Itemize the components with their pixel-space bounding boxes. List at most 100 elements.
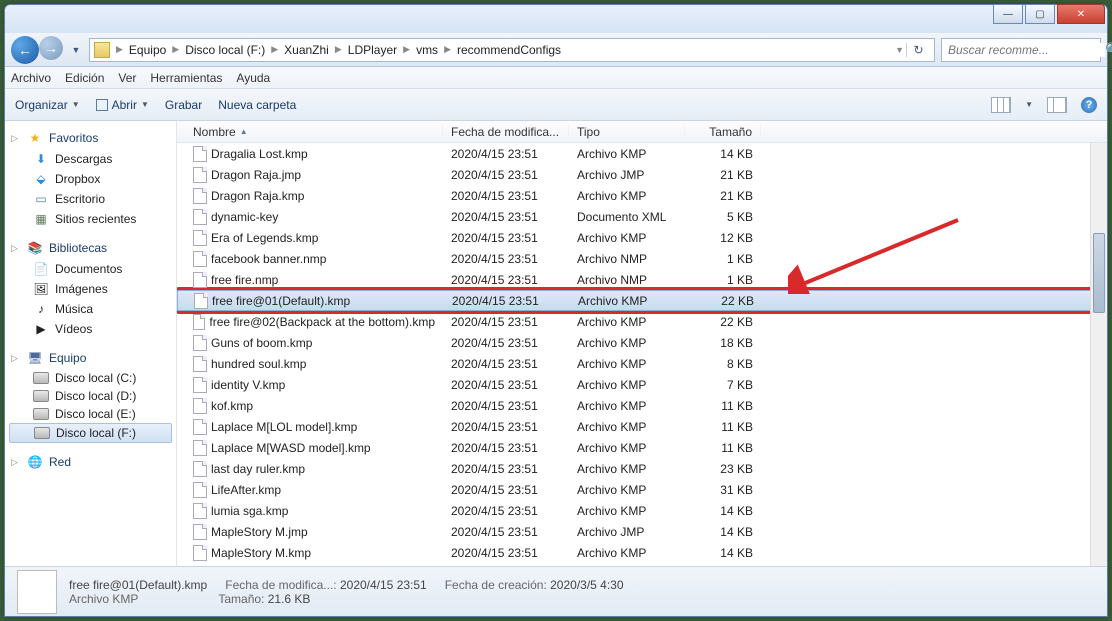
search-icon: 🔍 (1105, 42, 1112, 58)
search-box[interactable]: 🔍 (941, 38, 1101, 62)
forward-button[interactable]: → (39, 36, 63, 60)
view-mode-button[interactable] (991, 97, 1011, 113)
breadcrumb-dropdown[interactable]: ▼ (893, 45, 906, 55)
file-icon (193, 545, 207, 561)
file-row[interactable]: facebook banner.nmp2020/4/15 23:51Archiv… (177, 248, 1107, 269)
scrollbar-thumb[interactable] (1093, 233, 1105, 313)
file-row[interactable]: free fire@01(Default).kmp2020/4/15 23:51… (177, 290, 1107, 311)
minimize-button[interactable]: — (993, 4, 1023, 24)
sidebar-item-drive-f[interactable]: Disco local (F:) (9, 423, 172, 443)
breadcrumb[interactable]: ▶ Equipo▶ Disco local (F:)▶ XuanZhi▶ LDP… (89, 38, 935, 62)
menubar: Archivo Edición Ver Herramientas Ayuda (5, 67, 1107, 89)
col-tipo[interactable]: Tipo (569, 125, 685, 139)
file-row[interactable]: identity V.kmp2020/4/15 23:51Archivo KMP… (177, 374, 1107, 395)
history-dropdown[interactable]: ▼ (69, 45, 83, 55)
file-row[interactable]: free fire.nmp2020/4/15 23:51Archivo NMP1… (177, 269, 1107, 290)
titlebar[interactable]: — ▢ ✕ (5, 5, 1107, 33)
navbar: ← → ▼ ▶ Equipo▶ Disco local (F:)▶ XuanZh… (5, 33, 1107, 67)
maximize-button[interactable]: ▢ (1025, 4, 1055, 24)
status-filename: free fire@01(Default).kmp (69, 578, 207, 592)
menu-archivo[interactable]: Archivo (11, 71, 51, 85)
sidebar-item-dropbox[interactable]: ⬙Dropbox (5, 169, 176, 189)
sidebar-item-drive-d[interactable]: Disco local (D:) (5, 387, 176, 405)
file-row[interactable]: Dragalia Lost.kmp2020/4/15 23:51Archivo … (177, 143, 1107, 164)
preview-pane-button[interactable] (1047, 97, 1067, 113)
file-icon (193, 188, 207, 204)
help-button[interactable]: ? (1081, 97, 1097, 113)
organize-button[interactable]: Organizar▼ (15, 98, 80, 112)
file-row[interactable]: Laplace M[LOL model].kmp2020/4/15 23:51A… (177, 416, 1107, 437)
file-row[interactable]: MapleStory M.kmp2020/4/15 23:51Archivo K… (177, 542, 1107, 563)
view-dropdown[interactable]: ▼ (1025, 100, 1033, 109)
file-row[interactable]: Laplace M[WASD model].kmp2020/4/15 23:51… (177, 437, 1107, 458)
burn-button[interactable]: Grabar (165, 98, 202, 112)
file-icon (193, 440, 207, 456)
file-row[interactable]: lumia sga.kmp2020/4/15 23:51Archivo KMP1… (177, 500, 1107, 521)
file-icon (193, 209, 207, 225)
menu-ayuda[interactable]: Ayuda (236, 71, 270, 85)
sidebar-favorites[interactable]: ▷★Favoritos (5, 127, 176, 149)
file-icon (194, 293, 208, 309)
bc-item[interactable]: Equipo (125, 43, 170, 57)
sidebar-item-musica[interactable]: ♪Música (5, 299, 176, 319)
search-input[interactable] (948, 43, 1105, 57)
file-row[interactable]: dynamic-key2020/4/15 23:51Documento XML5… (177, 206, 1107, 227)
bc-item[interactable]: LDPlayer (344, 43, 401, 57)
col-nombre[interactable]: Nombre▲ (185, 125, 443, 139)
refresh-button[interactable]: ↻ (906, 43, 930, 57)
file-row[interactable]: Guns of boom.kmp2020/4/15 23:51Archivo K… (177, 332, 1107, 353)
newfolder-button[interactable]: Nueva carpeta (218, 98, 296, 112)
file-icon (193, 524, 207, 540)
column-headers: Nombre▲ Fecha de modifica... Tipo Tamaño (177, 121, 1107, 143)
sidebar-item-imagenes[interactable]: 🖼Imágenes (5, 279, 176, 299)
sidebar-bibliotecas[interactable]: ▷📚Bibliotecas (5, 237, 176, 259)
file-icon (193, 272, 207, 288)
file-icon (193, 461, 207, 477)
close-button[interactable]: ✕ (1057, 4, 1105, 24)
file-icon (193, 356, 207, 372)
sidebar-item-drive-c[interactable]: Disco local (C:) (5, 369, 176, 387)
menu-ver[interactable]: Ver (118, 71, 136, 85)
sidebar-item-documentos[interactable]: 📄Documentos (5, 259, 176, 279)
back-button[interactable]: ← (11, 36, 39, 64)
file-row[interactable]: last day ruler.kmp2020/4/15 23:51Archivo… (177, 458, 1107, 479)
sidebar-item-drive-e[interactable]: Disco local (E:) (5, 405, 176, 423)
open-button[interactable]: Abrir▼ (96, 98, 149, 112)
file-pane: Nombre▲ Fecha de modifica... Tipo Tamaño… (177, 121, 1107, 566)
file-icon (193, 482, 207, 498)
sidebar-equipo[interactable]: ▷🖥Equipo (5, 347, 176, 369)
file-icon (193, 314, 205, 330)
file-row[interactable]: free fire@02(Backpack at the bottom).kmp… (177, 311, 1107, 332)
statusbar: free fire@01(Default).kmp Fecha de modif… (5, 566, 1107, 616)
sidebar-item-videos[interactable]: ▶Vídeos (5, 319, 176, 339)
file-row[interactable]: MapleStory M.jmp2020/4/15 23:51Archivo J… (177, 521, 1107, 542)
file-icon (193, 251, 207, 267)
file-row[interactable]: kof.kmp2020/4/15 23:51Archivo KMP11 KB (177, 395, 1107, 416)
file-icon (193, 167, 207, 183)
sidebar: ▷★Favoritos ⬇Descargas ⬙Dropbox ▭Escrito… (5, 121, 177, 566)
scrollbar[interactable] (1090, 143, 1107, 566)
sidebar-item-descargas[interactable]: ⬇Descargas (5, 149, 176, 169)
sidebar-item-sitios[interactable]: ▦Sitios recientes (5, 209, 176, 229)
menu-edicion[interactable]: Edición (65, 71, 104, 85)
bc-item[interactable]: vms (412, 43, 442, 57)
file-row[interactable]: LifeAfter.kmp2020/4/15 23:51Archivo KMP3… (177, 479, 1107, 500)
menu-herramientas[interactable]: Herramientas (150, 71, 222, 85)
file-list[interactable]: Dragalia Lost.kmp2020/4/15 23:51Archivo … (177, 143, 1107, 566)
status-filetype: Archivo KMP (69, 592, 138, 606)
folder-icon (94, 42, 110, 58)
file-row[interactable]: Era of Legends.kmp2020/4/15 23:51Archivo… (177, 227, 1107, 248)
col-fecha[interactable]: Fecha de modifica... (443, 125, 569, 139)
file-row[interactable]: Dragon Raja.jmp2020/4/15 23:51Archivo JM… (177, 164, 1107, 185)
file-icon (193, 377, 207, 393)
sidebar-red[interactable]: ▷🌐Red (5, 451, 176, 473)
file-row[interactable]: Dragon Raja.kmp2020/4/15 23:51Archivo KM… (177, 185, 1107, 206)
bc-item[interactable]: Disco local (F:) (181, 43, 269, 57)
file-row[interactable]: hundred soul.kmp2020/4/15 23:51Archivo K… (177, 353, 1107, 374)
bc-item[interactable]: recommendConfigs (453, 43, 565, 57)
bc-item[interactable]: XuanZhi (280, 43, 333, 57)
sidebar-item-escritorio[interactable]: ▭Escritorio (5, 189, 176, 209)
file-icon (193, 146, 207, 162)
explorer-window: — ▢ ✕ ← → ▼ ▶ Equipo▶ Disco local (F:)▶ … (4, 4, 1108, 617)
col-tamano[interactable]: Tamaño (685, 125, 761, 139)
